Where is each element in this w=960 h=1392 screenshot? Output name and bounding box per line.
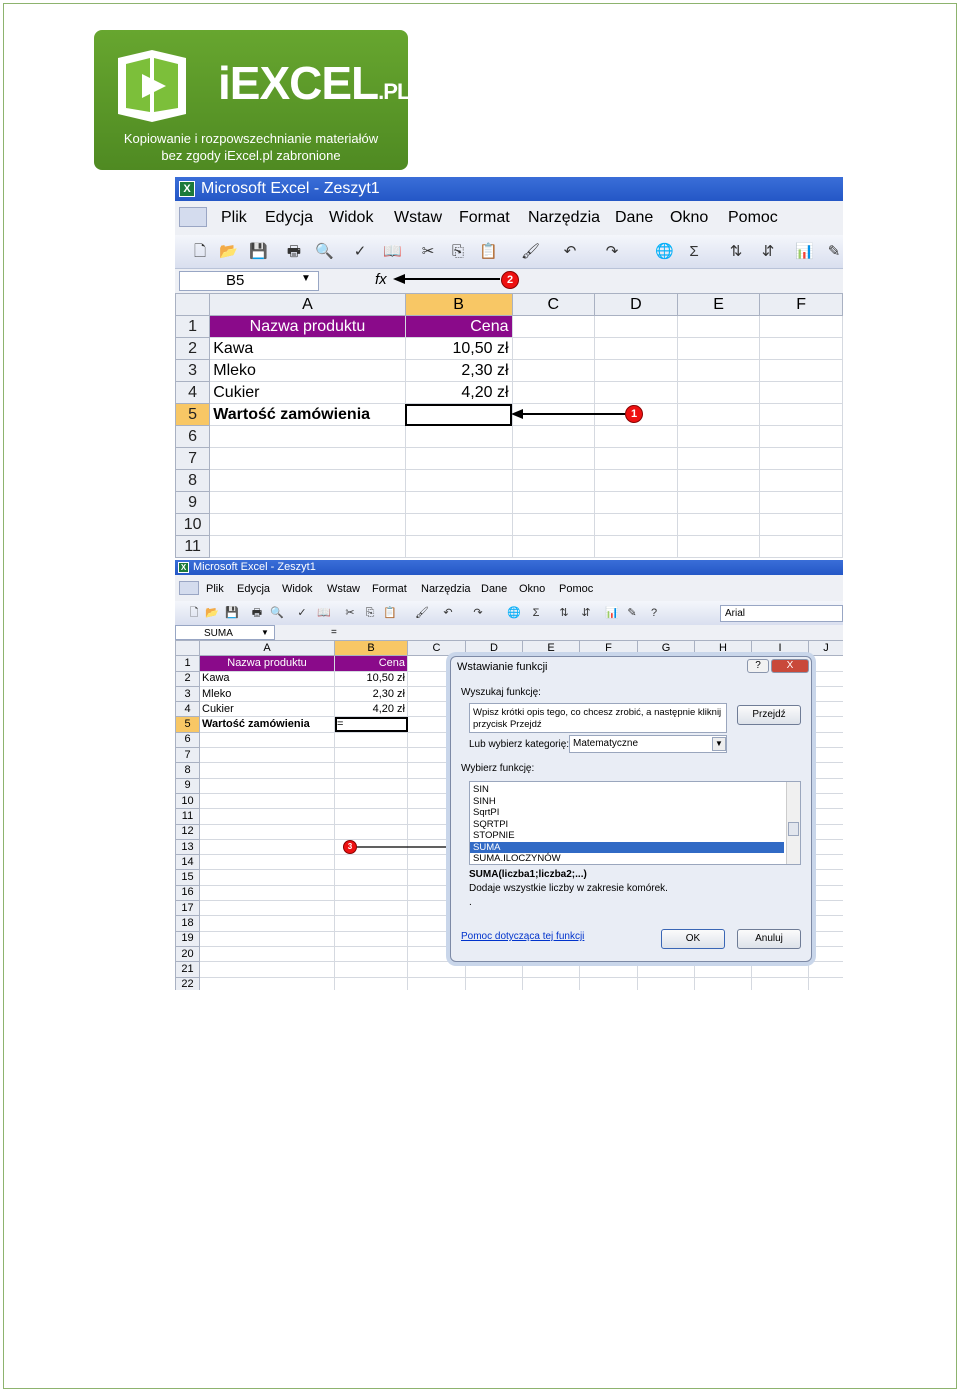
list-item[interactable]: SqrtPI xyxy=(470,807,800,819)
list-item[interactable]: STOPNIE xyxy=(470,830,800,842)
function-signature: SUMA(liczba1;liczba2;...) xyxy=(469,869,587,880)
dialog-close-button[interactable]: X xyxy=(771,659,809,673)
category-label: Lub wybierz kategorię: xyxy=(469,739,570,750)
dialog-title: Wstawianie funkcji xyxy=(457,661,548,673)
logo-tagline: Kopiowanie i rozpowszechnianie materiałó… xyxy=(123,131,379,163)
function-description: Dodaje wszystkie liczby w zakresie komór… xyxy=(469,883,668,894)
category-select[interactable]: Matematyczne xyxy=(569,735,727,753)
search-label: Wyszukaj funkcję: xyxy=(461,687,541,698)
book-play-icon xyxy=(118,50,186,122)
list-item[interactable]: SINH xyxy=(470,796,800,808)
dialog-help-button[interactable]: ? xyxy=(747,659,769,673)
function-list[interactable]: SIN SINH SqrtPI SQRTPI STOPNIE SUMA SUMA… xyxy=(469,781,801,865)
list-item-selected[interactable]: SUMA xyxy=(470,841,784,853)
annotation-marker-3: 3 xyxy=(343,840,357,854)
description-dot: . xyxy=(469,897,472,908)
select-function-label: Wybierz funkcję: xyxy=(461,763,535,774)
insert-function-dialog: Wstawianie funkcji ? X Wyszukaj funkcję:… xyxy=(450,656,812,962)
search-function-input[interactable]: Wpisz krótki opis tego, co chcesz zrobić… xyxy=(469,703,727,733)
annotation-marker-1: 1 xyxy=(625,405,643,423)
iexcel-logo: iEXCEL.PL Kopiowanie i rozpowszechnianie… xyxy=(94,30,408,170)
list-item[interactable]: SQRTPI xyxy=(470,819,800,831)
list-scrollbar[interactable] xyxy=(786,782,800,864)
annotation-marker-2: 2 xyxy=(501,271,519,289)
function-help-link[interactable]: Pomoc dotycząca tej funkcji xyxy=(461,931,584,942)
go-button[interactable]: Przejdź xyxy=(737,705,801,725)
chevron-down-icon[interactable]: ▼ xyxy=(712,737,726,751)
annotation-arrows xyxy=(393,274,625,419)
cancel-button[interactable]: Anuluj xyxy=(737,929,801,949)
ok-button[interactable]: OK xyxy=(661,929,725,949)
excel-screenshot-1: X Microsoft Excel - Zeszyt1 Plik Edycja … xyxy=(175,177,843,558)
list-item[interactable]: SUMA.ILOCZYNÓW xyxy=(470,853,800,865)
list-item[interactable]: SIN xyxy=(470,784,800,796)
brand-name: iEXCEL.PL xyxy=(218,57,408,109)
